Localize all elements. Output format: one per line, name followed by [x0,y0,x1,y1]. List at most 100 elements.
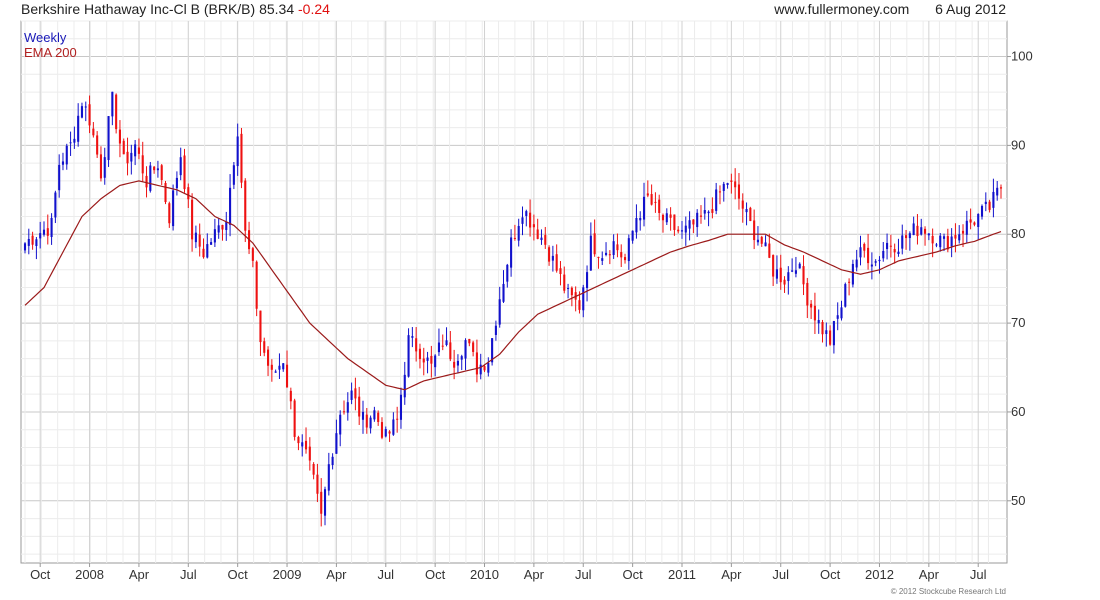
candle-body [760,236,763,244]
candle-body [711,209,714,213]
x-tick-label: Apr [919,567,940,582]
candle-body [905,235,908,239]
candle-body [23,243,27,251]
candle-body [388,431,391,434]
candle-body [548,247,551,262]
candle-body [331,456,334,465]
candle-body [134,144,137,157]
candle-body [58,164,61,191]
candle-body [141,155,144,174]
legend-weekly: Weekly [24,30,67,45]
candle-body [813,305,816,321]
candle-body [266,349,270,366]
candle-body [92,128,95,136]
candle-body [130,152,133,162]
candle-body [50,217,53,238]
candle-body [156,168,159,171]
candle-body [285,364,289,388]
candle-body [870,264,873,267]
candle-body [627,238,630,262]
candle-body [567,288,570,290]
candle-body [639,217,642,221]
candle-body [923,228,927,234]
candle-body [365,414,368,428]
candle-body [604,252,608,255]
candle-body [654,201,657,203]
candle-body [802,266,805,285]
candle-body [149,165,152,191]
candle-body [502,283,505,302]
candle-body [312,463,315,475]
candle-body [631,230,634,241]
y-tick-label: 90 [1011,137,1025,152]
candle-body [753,220,756,241]
x-tick-label: 2008 [75,567,104,582]
candle-body [494,325,497,335]
x-tick-label: Jul [970,567,987,582]
y-tick-label: 80 [1011,226,1025,241]
candle-body [775,269,778,279]
candle-body [126,151,129,164]
candle-body [210,242,213,245]
candle-body [39,233,42,239]
candle-body [407,335,410,377]
candle-body [236,136,239,167]
candle-body [696,212,699,228]
candle-body [889,245,892,247]
candle-body [620,252,623,258]
candle-body [642,196,646,220]
candle-body [373,410,376,420]
candle-body [658,199,661,213]
candle-body [601,258,604,261]
candle-body [187,187,190,200]
candle-body [616,244,619,251]
candle-body [525,211,528,216]
candle-body [650,194,653,205]
candle-body [882,250,885,259]
candle-body [293,400,296,437]
candle-body [954,235,957,239]
candle-body [825,330,828,334]
candle-body [673,214,676,230]
candle-body [513,237,516,239]
candle-body [61,161,65,165]
candle-body [718,191,722,193]
x-tick-label: Oct [228,567,249,582]
candle-body [327,464,330,491]
candle-body [244,180,247,231]
candle-body [99,154,103,179]
candle-body [468,338,471,344]
candle-body [380,422,384,438]
candle-body [350,390,353,400]
candle-body [893,249,896,253]
x-tick-label: Jul [772,567,789,582]
x-tick-label: 2012 [865,567,894,582]
candle-body [487,362,490,373]
y-tick-label: 50 [1011,493,1025,508]
candle-body [886,242,889,250]
candle-body [593,233,596,255]
candle-body [794,270,797,274]
candle-body [912,223,915,236]
candle-body [449,342,452,360]
candle-body [206,244,209,258]
candle-body [304,440,308,450]
candle-body [859,247,862,258]
candle-body [521,217,524,224]
candlestick-chart: 50 60 70 80 90 100 Oct 2008 Apr Jul Oct 2009 Apr Jul O… [20,20,1033,582]
candle-body [168,203,171,224]
candle-body [422,358,425,363]
candle-body [688,220,691,229]
x-tick-label: 2009 [273,567,302,582]
candle-body [669,214,672,218]
candle-body [270,364,273,370]
candle-body [240,133,243,183]
candle-body [160,165,163,181]
candle-body [992,191,995,208]
candle-body [301,442,304,447]
candle-body [183,155,186,190]
candle-body [749,207,752,222]
candle-body [115,94,118,130]
candle-body [536,229,539,239]
x-tick-label: Jul [575,567,592,582]
